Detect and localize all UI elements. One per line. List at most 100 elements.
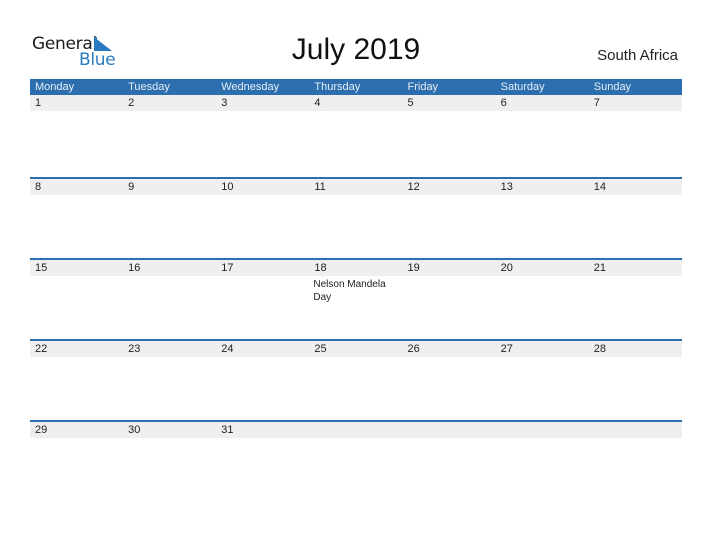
event-cell [123,195,216,197]
day-cell[interactable]: 14 [589,179,682,195]
event-cell [123,438,216,440]
day-cell[interactable]: 7 [589,95,682,111]
date-number: 9 [128,181,135,193]
day-cell[interactable]: 24 [216,341,309,357]
date-number: 30 [128,424,141,436]
weekday-friday: Friday [407,81,439,93]
event-cell [216,438,309,440]
event-cell [123,276,216,304]
events-row [30,357,682,359]
day-cell[interactable]: 28 [589,341,682,357]
day-cell[interactable]: 5 [403,95,496,111]
weekday-thursday: Thursday [314,81,361,93]
date-number: 29 [35,424,48,436]
day-cell [403,422,496,438]
week-row: 29 30 31 [30,420,682,501]
weekday-header: Monday Tuesday Wednesday Thursday Friday Satu… [30,79,682,95]
events-row [30,438,682,440]
date-number: 31 [221,424,234,436]
holiday-event: Nelson Mandela Day [313,279,386,303]
week-row: 1 2 3 4 5 6 7 [30,95,682,177]
day-cell[interactable]: 2 [123,95,216,111]
event-cell [496,195,589,197]
day-cell[interactable]: 9 [123,179,216,195]
event-cell [309,357,402,359]
date-number: 26 [407,343,420,355]
day-cell[interactable]: 26 [403,341,496,357]
day-cell[interactable]: 12 [403,179,496,195]
day-cell[interactable]: 13 [496,179,589,195]
date-number: 6 [500,97,507,109]
day-cell[interactable]: 3 [216,95,309,111]
date-number: 18 [314,262,327,274]
date-number: 28 [593,343,606,355]
day-cell [496,422,589,438]
date-number: 7 [593,97,600,109]
event-cell [589,111,682,113]
date-strip: 22 23 24 25 26 27 28 [30,341,682,357]
day-cell[interactable]: 21 [589,260,682,276]
event-cell [589,276,682,304]
date-number: 1 [35,97,42,109]
day-cell[interactable]: 18 [309,260,402,276]
event-cell [403,111,496,113]
event-cell [30,276,123,304]
day-cell[interactable]: 16 [123,260,216,276]
date-number: 12 [407,181,420,193]
week-row: 15 16 17 18 19 20 21 Nelson Mandela Day [30,258,682,339]
date-number: 5 [407,97,414,109]
day-cell[interactable]: 11 [309,179,402,195]
event-cell [496,276,589,304]
week-row: 22 23 24 25 26 27 28 [30,339,682,420]
date-number: 24 [221,343,234,355]
day-cell[interactable]: 25 [309,341,402,357]
day-cell[interactable]: 15 [30,260,123,276]
event-cell [403,276,496,304]
day-cell [309,422,402,438]
date-number: 19 [407,262,420,274]
events-row: Nelson Mandela Day [30,276,682,304]
day-cell[interactable]: 30 [123,422,216,438]
event-cell [309,111,402,113]
day-cell[interactable]: 31 [216,422,309,438]
day-cell[interactable]: 20 [496,260,589,276]
date-number: 20 [500,262,513,274]
date-number: 11 [314,181,326,193]
event-cell [30,357,123,359]
day-cell[interactable]: 6 [496,95,589,111]
weekday-tuesday: Tuesday [128,81,170,93]
day-cell[interactable]: 10 [216,179,309,195]
day-cell[interactable]: 17 [216,260,309,276]
day-cell[interactable]: 8 [30,179,123,195]
weekday-saturday: Saturday [500,81,545,93]
date-number: 4 [314,97,321,109]
country-label: South Africa [597,47,678,64]
day-cell[interactable]: 4 [309,95,402,111]
event-cell [30,195,123,197]
day-cell[interactable]: 19 [403,260,496,276]
event-cell [216,111,309,113]
date-strip: 15 16 17 18 19 20 21 [30,260,682,276]
date-number: 2 [128,97,135,109]
date-strip: 29 30 31 [30,422,682,438]
event-cell [496,438,589,440]
event-cell [589,438,682,440]
day-cell[interactable]: 23 [123,341,216,357]
date-number: 14 [593,181,606,193]
event-cell [123,357,216,359]
event-cell [403,357,496,359]
event-cell [309,195,402,197]
day-cell[interactable]: 27 [496,341,589,357]
date-number: 3 [221,97,228,109]
day-cell[interactable]: 29 [30,422,123,438]
date-number: 17 [221,262,234,274]
date-number: 23 [128,343,141,355]
date-number: 10 [221,181,234,193]
weekday-monday: Monday [35,81,75,93]
event-cell [309,438,402,440]
day-cell[interactable]: 22 [30,341,123,357]
event-cell [496,111,589,113]
day-cell[interactable]: 1 [30,95,123,111]
events-row [30,111,682,113]
event-cell [123,111,216,113]
